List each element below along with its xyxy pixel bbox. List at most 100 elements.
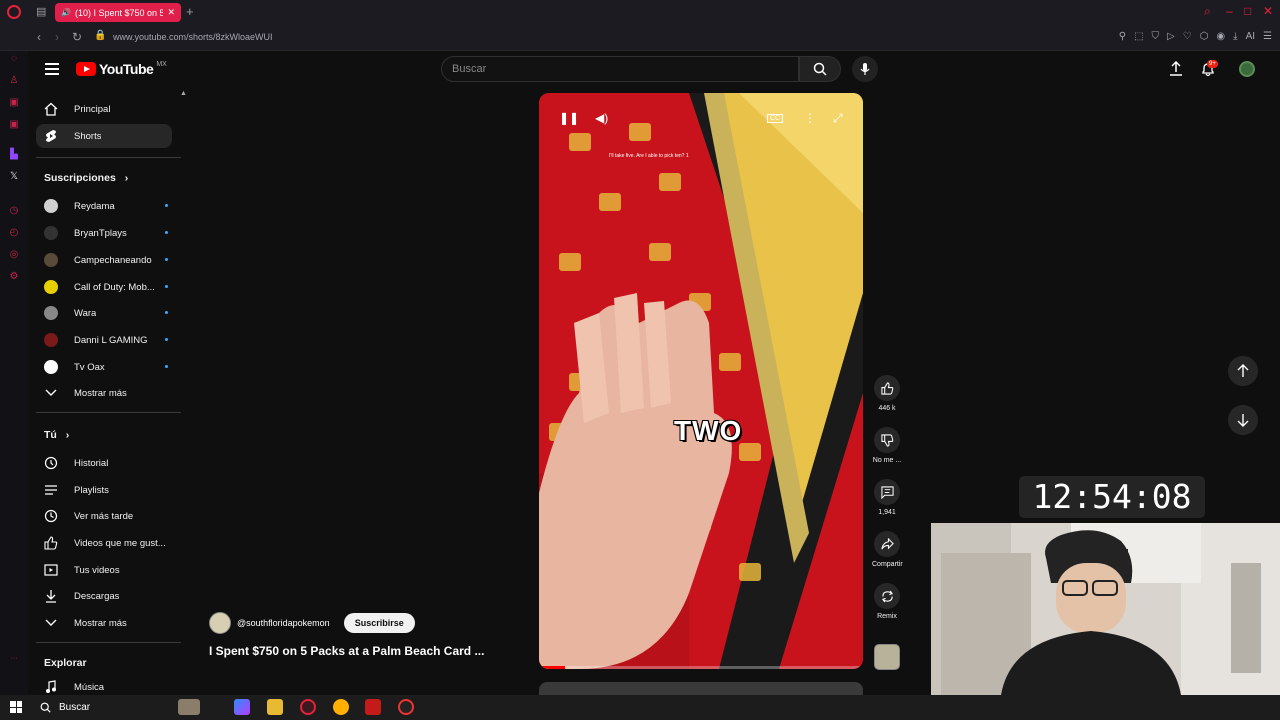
sidebar-item-music[interactable]: Música (36, 675, 172, 695)
sidebar-item-watch-later[interactable]: Ver más tarde (36, 504, 172, 528)
sidebar-item-subscription[interactable]: Call of Duty: Mob... (36, 275, 172, 299)
sidebar-item-shorts[interactable]: Shorts (36, 124, 172, 148)
chrome-icon[interactable] (333, 699, 349, 715)
reload-icon[interactable]: ↻ (72, 30, 82, 44)
voice-search-button[interactable] (852, 56, 878, 82)
short-video-player[interactable]: ❚❚ ◀) CC ⋮ ⤢ I'll take five. Are I able … (539, 93, 863, 669)
sidebar-item-subscription[interactable]: Danni L GAMING (36, 328, 172, 352)
forward-icon[interactable]: › (55, 30, 59, 44)
sidebar-item-playlists[interactable]: Playlists (36, 478, 172, 502)
volume-icon[interactable]: ◀) (595, 111, 608, 125)
sidebar-item-subscription[interactable]: Wara (36, 301, 172, 325)
share-button[interactable] (874, 531, 900, 557)
sidebar-item-show-more-subscriptions[interactable]: Mostrar más (36, 381, 172, 405)
account-icon[interactable]: ◉ (1216, 31, 1225, 42)
messenger-icon[interactable]: ▣ (8, 97, 20, 109)
pin-icon[interactable]: ⚲ (1119, 31, 1126, 42)
remix-action[interactable]: Remix (872, 583, 902, 620)
youtube-logo[interactable]: YouTube MX (76, 61, 167, 77)
more-options-icon[interactable]: ⋮ (804, 111, 816, 125)
comments-button[interactable] (874, 479, 900, 505)
extensions-icon[interactable]: ⬡ (1200, 31, 1209, 42)
sidebar-item-subscription[interactable]: BryanTplays (36, 221, 172, 245)
next-short-preview[interactable] (539, 682, 863, 695)
comments-action[interactable]: 1,941 (872, 479, 902, 516)
settings-rail-icon[interactable]: ⚙ (8, 271, 20, 283)
send-icon[interactable]: ▷ (1167, 31, 1175, 42)
remix-button[interactable] (874, 583, 900, 609)
maximize-icon[interactable]: □ (1244, 4, 1251, 18)
browser-tab[interactable]: 🔊 (10) I Spent $750 on 5 P ✕ (55, 3, 181, 22)
menu-icon[interactable]: ☰ (1263, 31, 1272, 42)
like-button[interactable] (874, 375, 900, 401)
dislike-button[interactable] (874, 427, 900, 453)
you-header[interactable]: Tú › (44, 429, 69, 441)
minimize-icon[interactable]: – (1226, 4, 1233, 18)
channel-handle[interactable]: @southfloridapokemon (237, 618, 330, 628)
next-short-button[interactable] (1228, 405, 1258, 435)
tab-close-icon[interactable]: ✕ (167, 7, 175, 18)
instagram-icon[interactable]: ▣ (8, 119, 20, 131)
shield-icon[interactable]: ⛉ (1152, 31, 1160, 42)
sidebar-item-label: Shorts (74, 130, 102, 142)
sidebar-item-your-videos[interactable]: Tus videos (36, 558, 172, 582)
obs-icon[interactable] (398, 699, 414, 715)
previous-short-button[interactable] (1228, 356, 1258, 386)
ai-button[interactable]: AI (1246, 31, 1255, 42)
new-tab-icon[interactable]: + (186, 4, 194, 19)
pause-icon[interactable]: ❚❚ (559, 111, 579, 125)
sidebar-item-liked-videos[interactable]: Videos que me gust... (36, 531, 172, 555)
more-rail-icon[interactable]: ··· (8, 653, 20, 665)
taskbar-search[interactable]: Buscar (34, 698, 184, 717)
twitch-icon[interactable]: ▙ (8, 149, 20, 161)
fullscreen-icon[interactable]: ⤢ (833, 111, 843, 126)
search-button[interactable] (799, 56, 841, 82)
upload-icon[interactable] (1169, 61, 1183, 77)
channel-avatar[interactable] (209, 612, 231, 634)
x-icon[interactable]: 𝕏 (8, 171, 20, 183)
copilot-icon[interactable] (234, 699, 250, 715)
bookmark-rail-icon[interactable]: ◎ (8, 249, 20, 261)
opera-gx-icon[interactable] (300, 699, 316, 715)
search-icon (813, 62, 827, 76)
search-tabs-icon[interactable]: ⌕ (1204, 4, 1211, 19)
widget-icon[interactable] (178, 699, 200, 715)
file-explorer-icon[interactable] (267, 699, 283, 715)
heart-icon[interactable]: ♡ (1183, 31, 1192, 42)
dislike-action[interactable]: No me ... (872, 427, 902, 464)
sidebar-item-history[interactable]: Historial (36, 451, 172, 475)
opera-logo-icon[interactable] (7, 5, 21, 19)
download-icon[interactable]: ⤓ (1233, 31, 1237, 42)
voicemeeter-icon[interactable] (365, 699, 381, 715)
video-progress-bar[interactable] (539, 666, 863, 669)
clock-rail-icon[interactable]: ◴ (8, 227, 20, 239)
sidebar-item-downloads[interactable]: Descargas (36, 584, 172, 608)
close-window-icon[interactable]: ✕ (1263, 4, 1273, 18)
tab-menu-icon[interactable]: ▤ (36, 5, 46, 18)
user-avatar[interactable] (1239, 61, 1255, 77)
url-field[interactable]: www.youtube.com/shorts/8zkWloaeWUI (113, 32, 273, 42)
short-title[interactable]: I Spent $750 on 5 Packs at a Palm Beach … (209, 644, 484, 658)
sidebar-item-show-more-you[interactable]: Mostrar más (36, 611, 172, 635)
scroll-up-icon[interactable]: ▲ (180, 90, 187, 97)
sidebar-item-principal[interactable]: Principal (36, 97, 172, 121)
closed-captions-button[interactable]: CC (767, 114, 784, 123)
speaker-icon[interactable]: 🔊 (61, 8, 71, 17)
subscribe-button[interactable]: Suscribirse (343, 613, 415, 633)
sidebar-item-subscription[interactable]: Tv Oax (36, 355, 172, 379)
sidebar: ▲ Principal Shorts Suscripciones › Reyda… (28, 87, 188, 695)
aria-icon[interactable]: ◌ (8, 53, 20, 65)
windows-start-icon[interactable] (10, 701, 22, 713)
sound-thumbnail[interactable] (874, 644, 900, 670)
like-action[interactable]: 446 k (872, 375, 902, 412)
snapshot-icon[interactable]: ⬚ (1134, 31, 1143, 42)
search-input[interactable] (452, 63, 788, 75)
hamburger-menu-icon[interactable] (45, 63, 59, 75)
subscriptions-header[interactable]: Suscripciones › (44, 172, 128, 184)
share-action[interactable]: Compartir (872, 531, 903, 568)
bag-icon[interactable]: ♙ (8, 75, 20, 87)
back-icon[interactable]: ‹ (37, 30, 41, 44)
sidebar-item-subscription[interactable]: Campechaneando (36, 248, 172, 272)
history-rail-icon[interactable]: ◷ (8, 205, 20, 217)
sidebar-item-subscription[interactable]: Reydama (36, 194, 172, 218)
